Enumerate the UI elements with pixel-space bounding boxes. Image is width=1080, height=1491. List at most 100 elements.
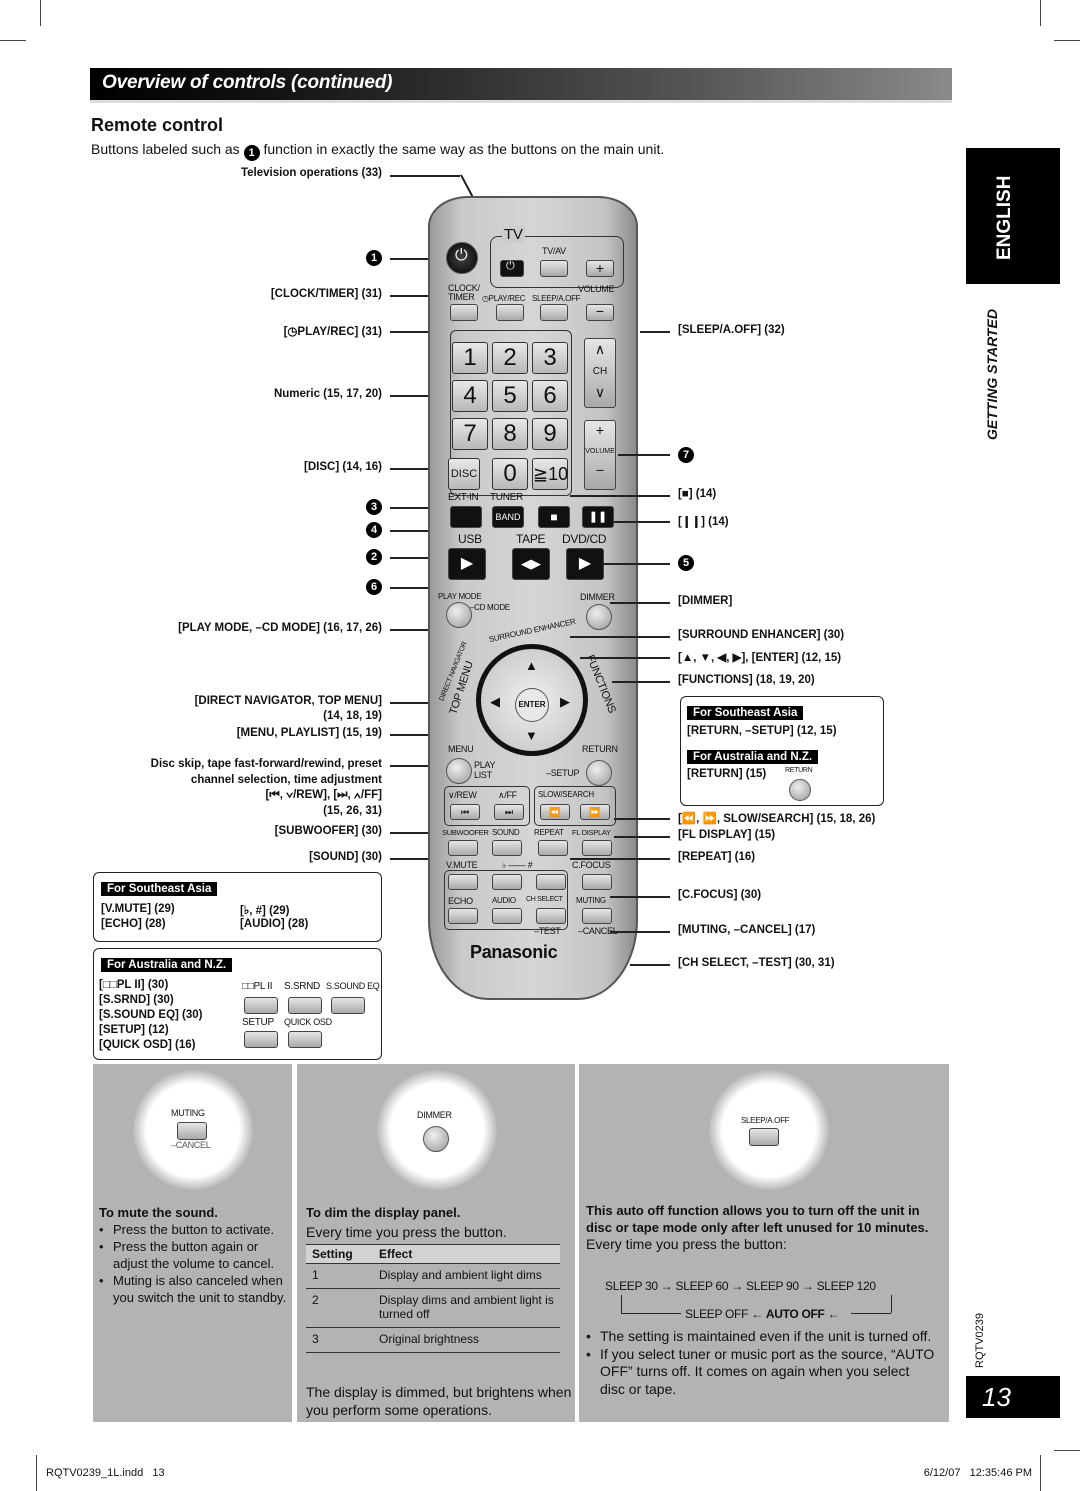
quick-osd-button[interactable] [288,1031,322,1048]
menu-button[interactable] [446,758,472,784]
disc-button[interactable]: DISC [448,458,480,490]
tv-volume-down-button[interactable]: − [586,304,614,321]
sharp-button[interactable] [536,874,566,890]
play-list-label: PLAY LIST [474,760,495,780]
digit-5-button[interactable]: 5 [492,380,528,412]
digit-2-button[interactable]: 2 [492,342,528,374]
muting-button[interactable] [582,908,612,924]
flat-button[interactable] [492,874,522,890]
ext-in-button[interactable] [450,506,482,528]
label-numeric: Numeric (15, 17, 20) [273,388,382,400]
power-button[interactable]: ⏻ [446,242,478,274]
c-focus-button[interactable] [582,874,612,890]
ten-plus-button[interactable]: ≧10 [532,458,568,490]
sleep-label: SLEEP/A.OFF [532,294,581,303]
cycle-return-line [621,1313,681,1314]
sleep-title: This auto off function allows you to tur… [586,1203,929,1235]
label-fl-display: [FL DISPLAY] (15) [678,829,776,841]
repeat-button[interactable] [538,840,568,856]
fl-display-label: FL DISPLAY [572,828,611,837]
skip-back-button[interactable]: ⏮ [450,804,480,820]
return-button[interactable] [586,760,612,786]
setup-button[interactable] [244,1031,278,1048]
digit-8-button[interactable]: 8 [492,418,528,450]
dvd-cd-label: DVD/CD [562,532,607,546]
sound-button[interactable] [492,840,522,856]
echo-button[interactable] [448,908,478,924]
channel-rocker[interactable]: ∧ CH ∨ [584,338,616,408]
cycle-return-line [851,1313,891,1314]
tape-play-button[interactable]: ◀▶ [512,548,550,580]
digit-4-button[interactable]: 4 [452,380,488,412]
skip-forward-button[interactable]: ⏭ [494,804,524,820]
dimmer-subtitle: Every time you press the button. [306,1224,507,1240]
volume-rocker[interactable]: + VOLUME − [584,420,616,490]
dimmer-panel: DIMMER To dim the display panel. Every t… [297,1064,575,1422]
dvd-cd-play-button[interactable]: ▶ [566,548,604,580]
right-arrow-icon[interactable]: ▶ [560,694,570,710]
return-button-illustration [789,779,811,801]
s-sound-eq-button[interactable] [331,997,365,1014]
muting-button-illustration [177,1122,207,1140]
region-tag: For Australia and N.Z. [101,958,233,972]
usb-play-button[interactable]: ▶ [448,548,486,580]
button-caption: SETUP [242,1017,274,1028]
audio-button[interactable] [492,908,522,924]
clock-timer-button[interactable] [450,304,478,321]
digit-3-button[interactable]: 3 [532,342,568,374]
surround-enhancer-label: SURROUND ENHANCER [488,616,577,645]
left-arrow-icon[interactable]: ◀ [490,694,500,710]
search-back-button[interactable]: ⏪ [540,804,570,820]
dimmer-title: To dim the display panel. [306,1205,461,1220]
leader-line [618,454,670,456]
leader-line [640,331,670,333]
down-arrow-icon[interactable]: ▼ [525,728,538,743]
label-ch-select: [CH SELECT, –TEST] (30, 31) [678,957,835,969]
label-return: [RETURN] (15) [687,768,767,780]
band-button[interactable]: BAND [492,506,524,528]
leader-line [612,681,670,683]
usb-label: USB [458,532,482,546]
pl2-button[interactable] [244,997,278,1014]
digit-0-button[interactable]: 0 [492,458,528,490]
play-mode-button[interactable] [446,602,472,628]
tv-power-button[interactable]: ⏻ [500,260,524,277]
enter-button[interactable]: ENTER [515,688,549,722]
label-disc: [DISC] (14, 16) [304,461,382,473]
leader-line [570,636,670,638]
sleep-subtitle: Every time you press the button: [586,1236,787,1252]
s-srnd-button[interactable] [288,997,322,1014]
digit-6-button[interactable]: 6 [532,380,568,412]
sleep-cycle-bottom: SLEEP OFF ← AUTO OFF ← [685,1307,840,1321]
label-return-setup: [RETURN, –SETUP] (12, 15) [687,725,837,737]
play-rec-button[interactable] [496,304,524,321]
sleep-button[interactable] [540,304,568,321]
tv-volume-up-button[interactable]: + [586,260,614,277]
subwoofer-button[interactable] [448,840,478,856]
label-badge-3: 3 [366,499,382,515]
digit-9-button[interactable]: 9 [532,418,568,450]
tv-av-button[interactable] [540,260,568,277]
leader-line [614,818,670,820]
channel-label: CH [592,366,608,377]
sleep-caption: SLEEP/A.OFF [741,1116,790,1125]
pause-button[interactable]: ❚❚ [582,506,614,528]
leader-line [390,175,460,177]
label-repeat: [REPEAT] (16) [678,851,756,863]
table-row: 2 Display dims and ambient light is turne… [306,1288,560,1328]
search-forward-button[interactable]: ⏩ [580,804,610,820]
label-pause: [❙❙] (14) [678,516,729,528]
c-focus-label: C.FOCUS [572,860,611,870]
dimmer-button[interactable] [586,604,612,630]
sleep-cycle-top: SLEEP 30 → SLEEP 60 → SLEEP 90 → SLEEP 1… [605,1279,876,1293]
ch-select-button[interactable] [536,908,566,924]
label-slow-search: [⏪, ⏩, SLOW/SEARCH] (15, 18, 26) [678,813,876,825]
digit-7-button[interactable]: 7 [452,418,488,450]
intro-text-part: Buttons labeled such as [91,141,240,157]
label-functions: [FUNCTIONS] (18, 19, 20) [678,674,815,686]
fl-display-button[interactable] [582,840,612,856]
up-arrow-icon[interactable]: ▲ [525,658,538,673]
v-mute-button[interactable] [448,874,478,890]
stop-button[interactable]: ■ [538,506,570,528]
digit-1-button[interactable]: 1 [452,342,488,374]
